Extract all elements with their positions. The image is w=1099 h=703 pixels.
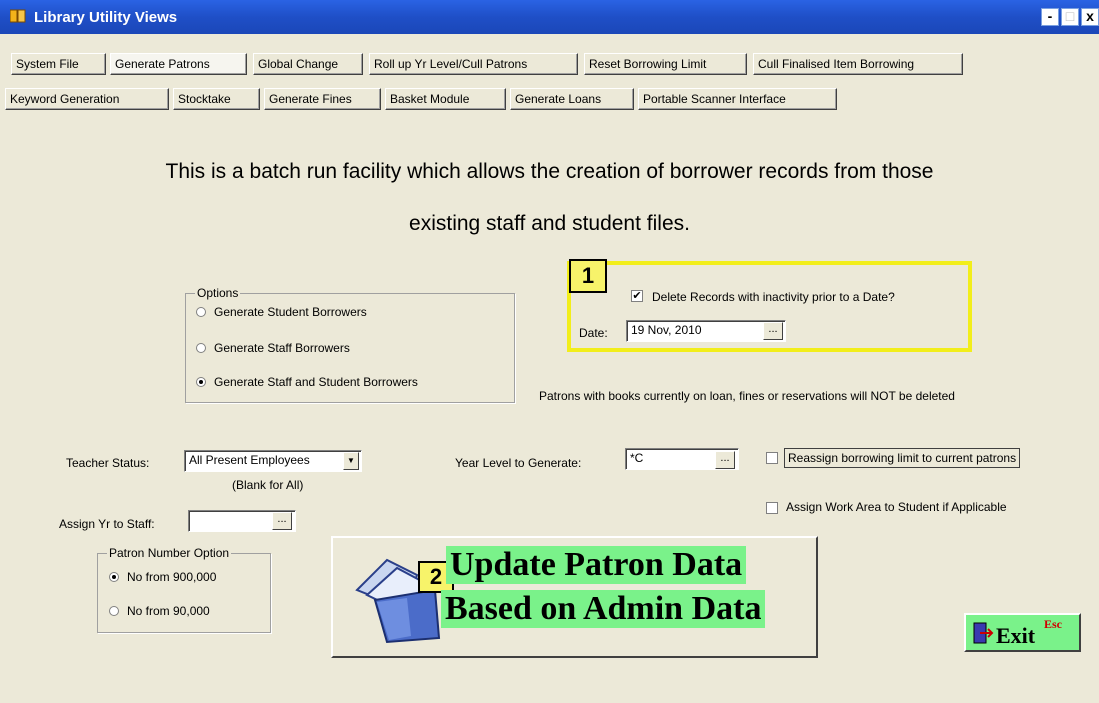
date-field[interactable]: 19 Nov, 2010 [626,320,786,342]
tab-reset-borrowing-limit[interactable]: Reset Borrowing Limit [584,53,747,75]
tab-keyword-generation[interactable]: Keyword Generation [5,88,169,110]
teacher-status-select[interactable]: All Present Employees [184,450,362,472]
year-level-picker-button[interactable]: ... [715,451,735,469]
radio-no-from-900000[interactable] [109,572,119,582]
chevron-down-icon[interactable]: ▼ [343,452,359,470]
radio-staff-borrowers[interactable] [196,343,206,353]
door-exit-icon [972,621,994,645]
exit-label: Exit [996,623,1036,648]
update-button-line-1: Update Patron Data [446,546,747,584]
assign-yr-label: Assign Yr to Staff: [59,517,155,531]
deletion-note: Patrons with books currently on loan, fi… [539,389,955,403]
assign-work-area-checkbox[interactable] [766,502,778,514]
window-title: Library Utility Views [34,9,178,26]
teacher-status-label: Teacher Status: [66,456,150,470]
tab-roll-up-yr-level[interactable]: Roll up Yr Level/Cull Patrons [369,53,578,75]
callout-badge-1: 1 [569,259,607,293]
title-bar: Library Utility Views - □ x [0,0,1099,34]
update-patron-data-button[interactable]: 2 Update Patron Data Based on Admin Data [331,536,818,658]
tab-portable-scanner-interface[interactable]: Portable Scanner Interface [638,88,837,110]
year-level-label: Year Level to Generate: [455,456,582,470]
tab-basket-module[interactable]: Basket Module [385,88,506,110]
date-picker-button[interactable]: ... [763,322,783,340]
assign-work-area-label[interactable]: Assign Work Area to Student if Applicabl… [786,500,1007,514]
reassign-borrowing-limit-checkbox[interactable] [766,452,778,464]
tab-global-change[interactable]: Global Change [253,53,363,75]
tab-generate-loans[interactable]: Generate Loans [510,88,634,110]
intro-line-2: existing staff and student files. [409,212,690,235]
close-button[interactable]: x [1081,8,1099,26]
options-group-title: Options [195,286,241,300]
radio-student-borrowers[interactable] [196,307,206,317]
exit-shortcut-label: Esc [1044,617,1062,631]
exit-button[interactable]: Exit Esc [964,613,1081,652]
teacher-status-hint: (Blank for All) [232,478,304,492]
tab-system-file[interactable]: System File [11,53,106,75]
reassign-borrowing-limit-label[interactable]: Reassign borrowing limit to current patr… [784,448,1021,468]
update-button-line-2: Based on Admin Data [441,590,766,628]
minimize-button[interactable]: - [1041,8,1059,26]
radio-staff-borrowers-label[interactable]: Generate Staff Borrowers [214,341,350,355]
radio-staff-and-student-borrowers[interactable] [196,377,206,387]
date-label: Date: [579,326,608,340]
delete-inactive-label[interactable]: Delete Records with inactivity prior to … [652,290,895,304]
app-icon [9,9,26,23]
radio-no-from-900000-label[interactable]: No from 900,000 [127,570,216,584]
radio-no-from-90000-label[interactable]: No from 90,000 [127,604,210,618]
patron-number-group-title: Patron Number Option [107,546,232,560]
tab-cull-finalised-item-borrowing[interactable]: Cull Finalised Item Borrowing [753,53,963,75]
radio-student-borrowers-label[interactable]: Generate Student Borrowers [214,305,367,319]
tab-stocktake[interactable]: Stocktake [173,88,260,110]
intro-line-1: This is a batch run facility which allow… [165,160,934,183]
maximize-button[interactable]: □ [1061,8,1079,26]
radio-no-from-90000[interactable] [109,606,119,616]
assign-yr-picker-button[interactable]: ... [272,512,292,530]
delete-inactive-checkbox[interactable]: ✔ [631,290,643,302]
radio-staff-and-student-borrowers-label[interactable]: Generate Staff and Student Borrowers [214,375,418,389]
tab-generate-patrons[interactable]: Generate Patrons [110,53,247,75]
patron-number-group [97,553,271,633]
tab-generate-fines[interactable]: Generate Fines [264,88,381,110]
